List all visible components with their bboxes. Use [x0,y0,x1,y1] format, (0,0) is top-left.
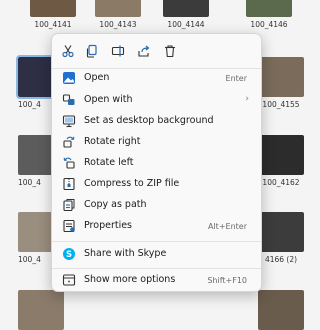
menu-item-copy-as-path[interactable]: Copy as path [56,195,257,215]
menu-item-label: Show more options [84,274,176,285]
shortcut-label: Enter [225,74,247,83]
copy-button[interactable] [83,42,101,60]
menu-item-label: Compress to ZIP file [84,178,180,189]
menu-item-properties[interactable]: Properties Alt+Enter [56,216,257,236]
copy-path-icon [63,199,75,212]
copy-icon [86,44,97,58]
menu-item-open[interactable]: Open Enter [56,68,257,88]
file-thumbnail[interactable] [258,212,304,252]
menu-item-label: Open [84,72,110,83]
menu-item-open-with[interactable]: Open with › [56,90,257,110]
menu-item-label: Open with [84,94,133,105]
scissors-icon [62,45,74,58]
menu-divider [52,268,261,269]
file-tile[interactable]: 100_4162 [258,135,304,187]
menu-item-share-with-skype[interactable]: S Share with Skype [56,244,257,264]
file-name: 100_4162 [262,178,300,187]
menu-item-show-more-options[interactable]: Show more options Shift+F10 [56,270,257,290]
file-thumbnail[interactable] [95,0,141,17]
properties-icon [63,219,75,233]
file-tile[interactable]: 100_4144 [163,0,209,29]
file-name: 100_4155 [262,100,300,109]
cut-button[interactable] [59,42,77,60]
chevron-right-icon: › [245,94,249,104]
context-menu: Open Enter Open with › Set as desktop ba… [51,33,262,292]
menu-item-label: Set as desktop background [84,115,214,126]
file-tile[interactable]: 100_4155 [258,57,304,109]
trash-icon [165,45,175,58]
file-thumbnail[interactable] [163,0,209,17]
file-thumbnail[interactable] [30,0,76,17]
shortcut-label: Shift+F10 [207,276,247,285]
file-tile[interactable] [18,290,64,330]
file-thumbnail[interactable] [258,135,304,175]
file-name: 4166 (2) [264,255,298,264]
rename-icon [111,45,125,57]
menu-item-label: Properties [84,220,133,231]
menu-item-label: Copy as path [84,199,147,210]
file-name: 100_4143 [99,20,137,29]
delete-button[interactable] [161,42,179,60]
skype-icon: S [63,248,75,260]
file-tile[interactable]: 100_4146 [246,0,292,29]
menu-item-label: Rotate right [84,136,141,147]
shortcut-label: Alt+Enter [207,222,247,231]
desktop-icon [62,115,76,128]
file-name: 100_4144 [167,20,205,29]
share-icon [138,45,150,57]
file-name: 100_4146 [250,20,288,29]
menu-item-label: Rotate left [84,157,134,168]
file-thumbnail[interactable] [18,290,64,330]
more-options-icon [62,274,76,286]
rotate-left-icon [63,157,75,169]
rotate-right-icon [63,136,75,148]
rename-button[interactable] [109,42,127,60]
file-tile[interactable]: 4166 (2) [258,212,304,264]
file-tile[interactable]: 100_4143 [95,0,141,29]
quick-action-bar [52,34,261,68]
share-button[interactable] [135,42,153,60]
photos-app-icon [63,72,75,84]
file-thumbnail[interactable] [258,290,304,330]
file-name: 100_4141 [34,20,72,29]
menu-divider [52,241,261,242]
menu-item-compress-zip[interactable]: Compress to ZIP file [56,174,257,194]
menu-item-set-desktop-background[interactable]: Set as desktop background [56,111,257,131]
file-tile[interactable] [258,290,304,330]
file-thumbnail[interactable] [258,57,304,97]
menu-item-rotate-right[interactable]: Rotate right [56,132,257,152]
file-thumbnail[interactable] [246,0,292,17]
open-with-icon [62,94,75,105]
menu-item-rotate-left[interactable]: Rotate left [56,153,257,173]
file-tile[interactable]: 100_4141 [30,0,76,29]
menu-item-label: Share with Skype [84,248,167,259]
svg-text:S: S [66,250,72,260]
zip-icon [63,177,75,191]
